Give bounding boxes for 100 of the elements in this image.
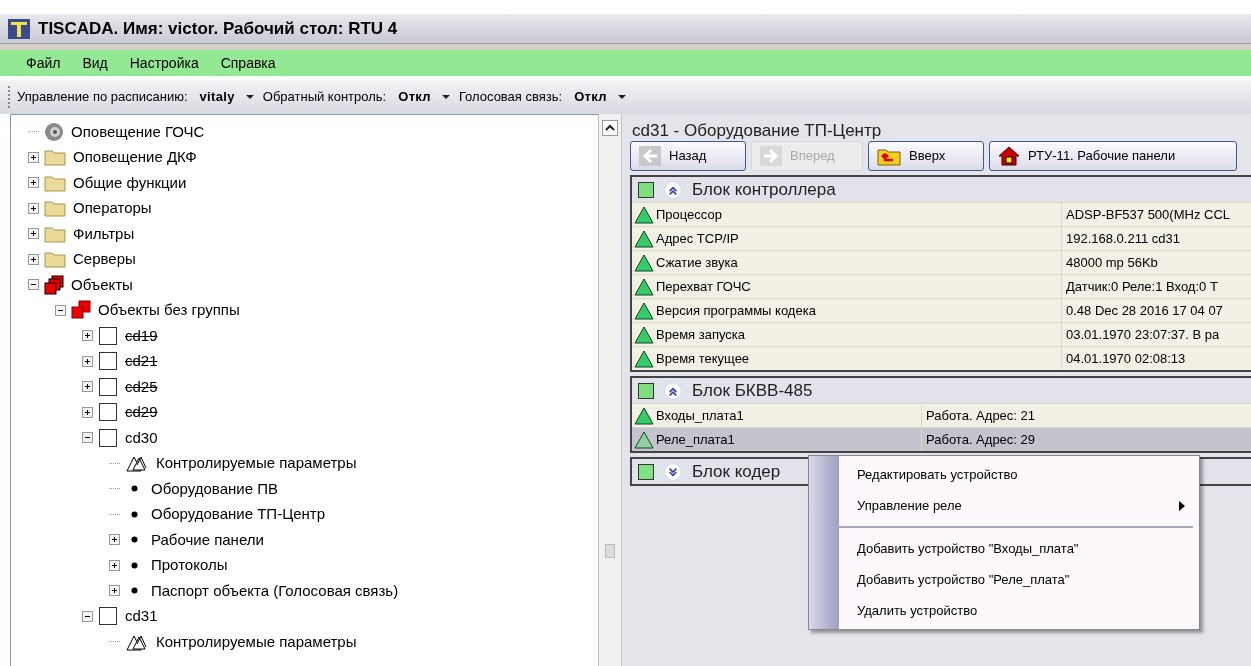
menu-item[interactable]: Добавить устройство "Реле_плата" <box>839 564 1193 595</box>
expand-icon[interactable] <box>28 228 39 240</box>
tree-item[interactable]: cd25 <box>125 375 158 398</box>
status-triangle-icon <box>634 253 654 272</box>
bullet-icon <box>131 561 138 569</box>
tree-item[interactable]: cd30 <box>125 426 158 449</box>
tree-item[interactable]: Оповещение ДКФ <box>73 146 197 169</box>
menu-item[interactable]: Добавить устройство "Входы_плата" <box>839 533 1193 564</box>
tree-item[interactable]: cd29 <box>125 401 158 424</box>
table-row[interactable]: Время текущее 04.01.1970 02:08:13 <box>632 346 1251 370</box>
table-cell-text: 04.01.1970 02:08:13 <box>1065 349 1186 368</box>
status-square-icon <box>638 382 654 399</box>
menu-item[interactable]: Файл <box>18 52 69 74</box>
toolbar-label: Управление по расписанию: <box>17 88 188 107</box>
square-icon <box>98 402 118 423</box>
menu-item[interactable]: Управление реле <box>839 490 1193 521</box>
tree-item[interactable]: Рабочие панели <box>151 528 264 551</box>
table-row[interactable]: Перехват ГОЧС Датчик:0 Реле:1 Вход:0 Т <box>632 274 1251 298</box>
splitter-grip[interactable] <box>605 544 615 558</box>
dropdown-icon[interactable] <box>440 94 451 100</box>
square-icon <box>98 606 118 627</box>
tree-item[interactable]: cd21 <box>125 350 158 373</box>
house-icon <box>998 146 1020 166</box>
panel-title: cd31 - Оборудование ТП-Центр <box>631 120 883 140</box>
tree-item[interactable]: Объекты <box>71 273 133 296</box>
tree-item[interactable]: Контролируемые параметры <box>156 452 357 475</box>
tree-item[interactable]: Контролируемые параметры <box>156 630 357 653</box>
collapse-icon[interactable] <box>55 304 66 316</box>
menu-item[interactable]: Настройка <box>121 52 207 74</box>
tree-item[interactable]: Паспорт объекта (Голосовая связь) <box>151 579 399 602</box>
table-row[interactable]: Процессор ADSP-BF537 500(MHz CCL <box>632 202 1251 226</box>
menu-item[interactable]: Удалить устройство <box>839 595 1193 626</box>
dropdown-icon[interactable] <box>616 94 627 100</box>
section-title[interactable]: Блок кодер <box>692 458 781 485</box>
expand-icon[interactable] <box>109 585 120 597</box>
tree-item[interactable]: cd31 <box>125 605 158 628</box>
tree-item[interactable]: Оповещение ГОЧС <box>71 120 205 143</box>
menu-item[interactable]: Вид <box>74 52 116 74</box>
menu-item[interactable]: Редактировать устройство <box>839 459 1193 490</box>
expand-icon[interactable] <box>82 406 93 418</box>
table-cell-text: 03.01.1970 23:07:37. В ра <box>1065 325 1220 344</box>
expand-icon[interactable] <box>82 381 93 393</box>
tree-item[interactable]: Протоколы <box>151 554 228 577</box>
expand-icon[interactable] <box>28 202 39 214</box>
bullet-icon <box>131 536 138 544</box>
expand-chevron-icon[interactable] <box>664 462 682 481</box>
expand-icon[interactable] <box>28 253 39 265</box>
collapse-icon[interactable] <box>82 432 93 444</box>
table-row[interactable]: Версия программы кодека 0.48 Dec 28 2016 17 04 07 <box>632 298 1251 322</box>
menu-item[interactable]: Справка <box>212 52 284 74</box>
expand-icon[interactable] <box>28 177 39 189</box>
toolbar-value[interactable]: vitaly <box>199 87 235 107</box>
right-arrow-icon <box>760 146 782 166</box>
expand-icon[interactable] <box>109 534 120 546</box>
tree-item[interactable]: cd19 <box>125 324 158 347</box>
square-icon <box>98 325 118 346</box>
dropdown-icon[interactable] <box>244 94 255 100</box>
tree-item[interactable]: Общие функции <box>73 171 187 194</box>
tree-item[interactable]: Фильтры <box>73 222 135 245</box>
expand-icon[interactable] <box>82 355 93 367</box>
status-triangle-icon <box>634 229 654 248</box>
tree-item[interactable]: Операторы <box>73 197 152 220</box>
submenu-arrow-icon <box>1179 500 1185 511</box>
table-cell-text: Время запуска <box>656 325 745 344</box>
table-cell-text: Версия программы кодека <box>656 301 816 320</box>
nav-button[interactable]: Вверх <box>868 141 984 171</box>
table-row[interactable]: Адрес TCP/IP 192.168.0.211 cd31 <box>632 226 1251 250</box>
expand-icon[interactable] <box>28 151 39 163</box>
squares-icon <box>71 300 91 321</box>
table-row[interactable]: Время запуска 03.01.1970 23:07:37. В ра <box>632 322 1251 346</box>
scroll-up-icon[interactable] <box>602 120 618 136</box>
table-cell-text: Работа. Адрес: 21 <box>925 406 1036 425</box>
folder-icon <box>44 199 66 218</box>
collapse-icon[interactable] <box>82 610 93 622</box>
square-icon <box>98 376 118 397</box>
splitter-scrollbar[interactable] <box>598 114 622 666</box>
tree-item[interactable]: Оборудование ПВ <box>151 477 278 500</box>
tree-item[interactable]: Серверы <box>73 248 136 271</box>
status-triangle-icon <box>634 406 654 425</box>
table-row[interactable]: Реле_плата1 Работа. Адрес: 29 <box>632 427 1251 451</box>
tree-item[interactable]: Объекты без группы <box>98 299 240 322</box>
nav-button[interactable]: Назад <box>630 141 746 171</box>
speaker-icon <box>44 121 64 142</box>
collapse-chevron-icon[interactable] <box>664 180 682 199</box>
expand-icon[interactable] <box>82 330 93 342</box>
collapse-icon[interactable] <box>28 279 39 291</box>
expand-icon[interactable] <box>109 559 120 571</box>
table-cell-text: Перехват ГОЧС <box>656 277 751 296</box>
table-row[interactable]: Сжатие звука 48000 mp 56Kb <box>632 250 1251 274</box>
status-square-icon <box>638 181 654 198</box>
nav-button[interactable]: РТУ-11. Рабочие панели <box>989 141 1237 171</box>
bullet-icon <box>131 485 138 493</box>
collapse-chevron-icon[interactable] <box>664 381 682 400</box>
toolbar-value[interactable]: Откл <box>574 87 607 107</box>
status-square-icon <box>638 463 654 480</box>
tree-item[interactable]: Оборудование ТП-Центр <box>151 503 326 526</box>
toolbar-value[interactable]: Откл <box>398 87 431 107</box>
table-cell-text: 192.168.0.211 cd31 <box>1065 229 1180 248</box>
table-cell-text: Датчик:0 Реле:1 Вход:0 Т <box>1065 277 1218 296</box>
table-cell-text: ADSP-BF537 500(MHz CCL <box>1065 205 1230 224</box>
